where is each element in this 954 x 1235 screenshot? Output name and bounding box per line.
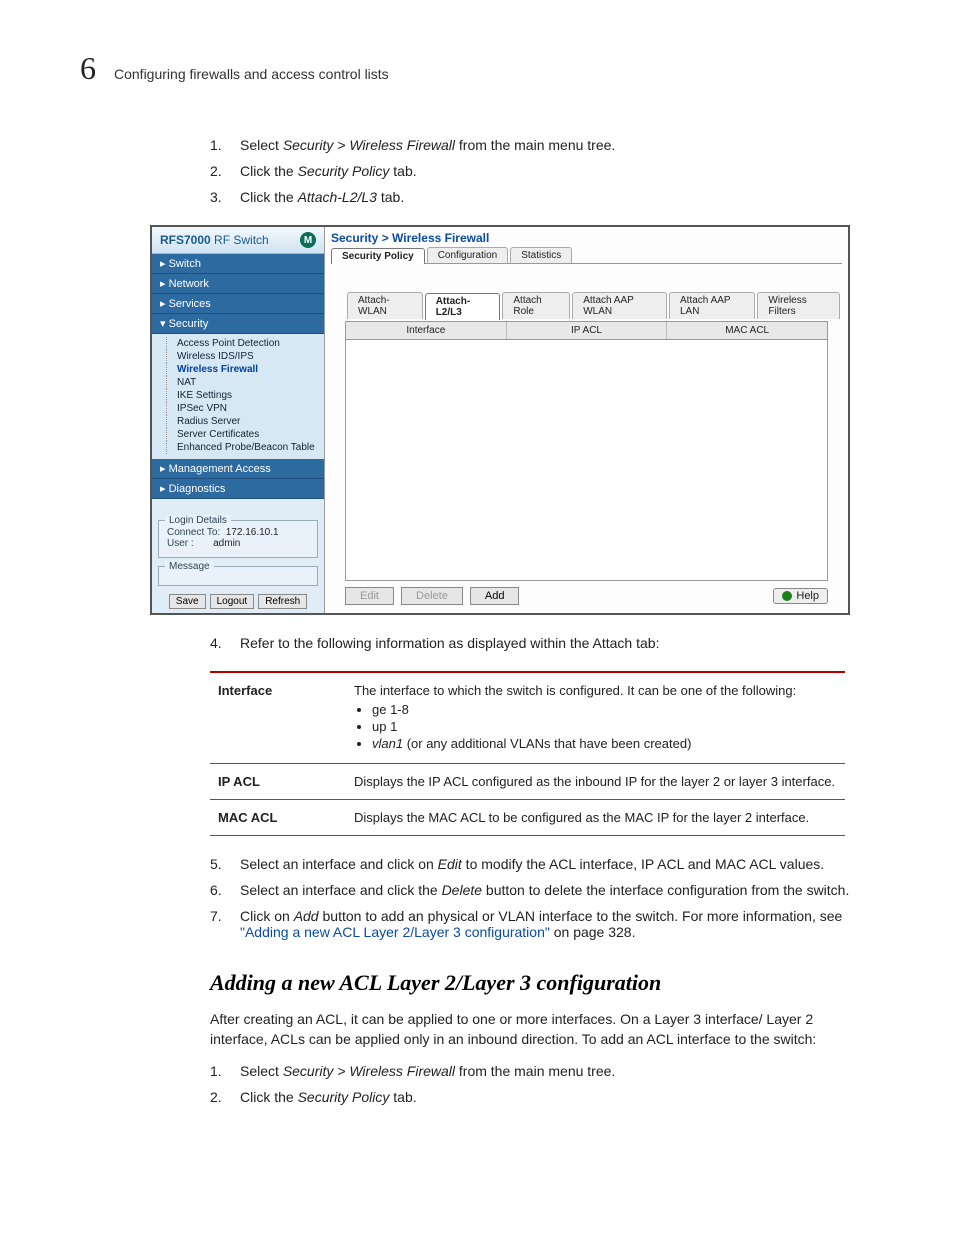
col-ip-acl[interactable]: IP ACL — [507, 322, 668, 339]
field-name: Interface — [210, 672, 346, 764]
col-interface[interactable]: Interface — [346, 322, 507, 339]
nav-services[interactable]: ▸ Services — [152, 294, 324, 314]
sidebar: RFS7000 RF Switch M ▸ Switch ▸ Network ▸… — [152, 227, 325, 613]
step: 7.Click on Add button to add an physical… — [210, 908, 874, 940]
section-heading: Adding a new ACL Layer 2/Layer 3 configu… — [210, 970, 874, 996]
top-tabs: Security Policy Configuration Statistics — [325, 245, 848, 263]
table-row: MAC ACL Displays the MAC ACL to be confi… — [210, 800, 845, 836]
xref-link[interactable]: "Adding a new ACL Layer 2/Layer 3 config… — [240, 924, 550, 940]
tree-wireless-firewall[interactable]: Wireless Firewall — [166, 363, 324, 376]
security-tree: Access Point Detection Wireless IDS/IPS … — [152, 334, 324, 459]
help-icon — [782, 591, 792, 601]
step: 3.Click the Attach-L2/L3 tab. — [210, 189, 874, 205]
subtab-attach-role[interactable]: Attach Role — [502, 292, 570, 319]
step: 2.Click the Security Policy tab. — [210, 163, 874, 179]
tree-nat[interactable]: NAT — [166, 376, 324, 389]
nav-switch[interactable]: ▸ Switch — [152, 254, 324, 274]
field-desc: Displays the MAC ACL to be configured as… — [346, 800, 845, 836]
edit-button[interactable]: Edit — [345, 587, 394, 605]
refresh-button[interactable]: Refresh — [258, 594, 307, 609]
tab-statistics[interactable]: Statistics — [510, 247, 572, 263]
steps-list-2: 5.Select an interface and click on Edit … — [210, 856, 874, 940]
subtab-attach-aap-wlan[interactable]: Attach AAP WLAN — [572, 292, 667, 319]
field-name: IP ACL — [210, 764, 346, 800]
nav-management[interactable]: ▸ Management Access — [152, 459, 324, 479]
product-header: RFS7000 RF Switch M — [152, 227, 324, 254]
table-row: IP ACL Displays the IP ACL configured as… — [210, 764, 845, 800]
app-screenshot: RFS7000 RF Switch M ▸ Switch ▸ Network ▸… — [150, 225, 850, 615]
tree-apd[interactable]: Access Point Detection — [166, 337, 324, 350]
chapter-number: 6 — [80, 50, 96, 87]
field-desc: The interface to which the switch is con… — [346, 672, 845, 764]
logout-button[interactable]: Logout — [210, 594, 255, 609]
tree-ipsec[interactable]: IPSec VPN — [166, 402, 324, 415]
nav-network[interactable]: ▸ Network — [152, 274, 324, 294]
step: 1.Select Security > Wireless Firewall fr… — [210, 1063, 874, 1079]
nav-diagnostics[interactable]: ▸ Diagnostics — [152, 479, 324, 499]
subtab-wireless-filters[interactable]: Wireless Filters — [757, 292, 840, 319]
help-button[interactable]: Help — [773, 588, 828, 604]
sidebar-buttons: Save Logout Refresh — [158, 594, 318, 609]
subtab-attach-aap-lan[interactable]: Attach AAP LAN — [669, 292, 755, 319]
tab-configuration[interactable]: Configuration — [427, 247, 508, 263]
add-button[interactable]: Add — [470, 587, 520, 605]
steps-list-3: 1.Select Security > Wireless Firewall fr… — [210, 1063, 874, 1105]
table-body[interactable] — [345, 340, 828, 581]
field-desc: Displays the IP ACL configured as the in… — [346, 764, 845, 800]
tree-wids[interactable]: Wireless IDS/IPS — [166, 350, 324, 363]
table-row: Interface The interface to which the swi… — [210, 672, 845, 764]
save-button[interactable]: Save — [169, 594, 206, 609]
subtab-attach-l2l3[interactable]: Attach-L2/L3 — [425, 293, 501, 320]
subtab-attach-wlan[interactable]: Attach-WLAN — [347, 292, 423, 319]
step: 6.Select an interface and click the Dele… — [210, 882, 874, 898]
main-panel: Security > Wireless Firewall Security Po… — [325, 227, 848, 613]
tree-ike[interactable]: IKE Settings — [166, 389, 324, 402]
steps-list-1: 1.Select Security > Wireless Firewall fr… — [210, 137, 874, 205]
breadcrumb: Security > Wireless Firewall — [325, 227, 848, 245]
tree-probe[interactable]: Enhanced Probe/Beacon Table — [166, 441, 324, 454]
chapter-title: Configuring firewalls and access control… — [114, 66, 389, 82]
action-row: Edit Delete Add Help — [345, 587, 828, 605]
page-header: 6 Configuring firewalls and access contr… — [80, 50, 874, 87]
sub-tabs: Attach-WLAN Attach-L2/L3 Attach Role Att… — [341, 290, 848, 319]
step: 2.Click the Security Policy tab. — [210, 1089, 874, 1105]
table-header: Interface IP ACL MAC ACL — [345, 321, 828, 340]
tree-radius[interactable]: Radius Server — [166, 415, 324, 428]
delete-button[interactable]: Delete — [401, 587, 463, 605]
tab-security-policy[interactable]: Security Policy — [331, 248, 425, 264]
login-details: Login Details Connect To: 172.16.10.1 Us… — [158, 520, 318, 558]
field-description-table: Interface The interface to which the swi… — [210, 671, 845, 836]
step: 1.Select Security > Wireless Firewall fr… — [210, 137, 874, 153]
message-box: Message — [158, 566, 318, 586]
field-name: MAC ACL — [210, 800, 346, 836]
step: 5.Select an interface and click on Edit … — [210, 856, 874, 872]
step: 4.Refer to the following information as … — [210, 635, 874, 651]
step-4: 4.Refer to the following information as … — [210, 635, 874, 651]
nav-security[interactable]: ▾ Security — [152, 314, 324, 334]
section-intro: After creating an ACL, it can be applied… — [210, 1010, 850, 1049]
tree-certs[interactable]: Server Certificates — [166, 428, 324, 441]
col-mac-acl[interactable]: MAC ACL — [667, 322, 827, 339]
brand-logo-icon: M — [300, 232, 316, 248]
